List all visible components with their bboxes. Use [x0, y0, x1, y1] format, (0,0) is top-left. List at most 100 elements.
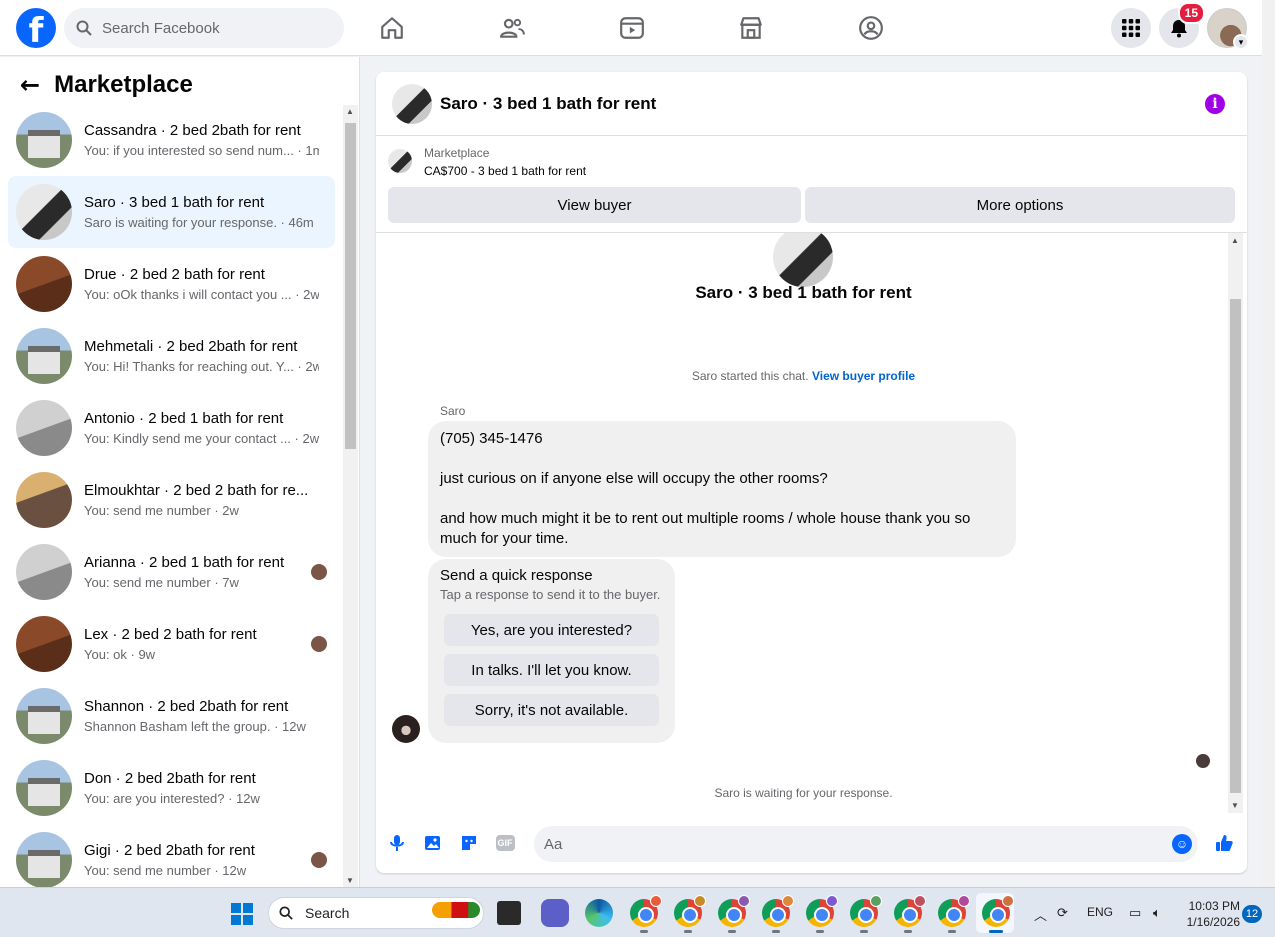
chrome-profile-icon[interactable]: [894, 895, 926, 927]
running-app-indicator: [904, 930, 912, 933]
conversation-item[interactable]: Don · 2 bed 2bath for rent You: are you i…: [8, 752, 335, 824]
microphone-icon[interactable]: [386, 832, 408, 854]
chrome-profile-icon[interactable]: [938, 895, 970, 927]
menu-grid-button[interactable]: [1111, 8, 1151, 48]
quick-response-yes-button[interactable]: Yes, are you interested?: [444, 614, 659, 646]
conversation-item[interactable]: Arianna · 2 bed 1 bath for rent You: send…: [8, 536, 335, 608]
conversation-item[interactable]: Mehmetali · 2 bed 2bath for rent You: Hi!…: [8, 320, 335, 392]
page-scrollbar[interactable]: [1262, 0, 1275, 887]
facebook-logo[interactable]: f: [16, 8, 56, 48]
gif-icon[interactable]: GIF: [494, 832, 516, 854]
conversation-item[interactable]: Elmoukhtar · 2 bed 2 bath for re... You: …: [8, 464, 335, 536]
groups-icon[interactable]: [855, 12, 887, 44]
conversation-item[interactable]: Shannon · 2 bed 2bath for rent Shannon Ba…: [8, 680, 335, 752]
message-input[interactable]: [534, 826, 1134, 862]
view-buyer-profile-link[interactable]: View buyer profile: [812, 369, 915, 383]
message-bubble[interactable]: (705) 345-1476 just curious on if anyone…: [428, 421, 1016, 557]
chat-title[interactable]: Saro · 3 bed 1 bath for rent: [440, 94, 656, 114]
listing-summary[interactable]: Marketplace CA$700 - 3 bed 1 bath for re…: [388, 146, 586, 178]
more-options-button[interactable]: More options: [805, 187, 1235, 223]
chrome-profile-icon[interactable]: [762, 895, 794, 927]
message-input-box[interactable]: ☺: [534, 826, 1198, 862]
conversation-preview: You: send me number · 12w: [84, 863, 247, 878]
notifications-button[interactable]: 15: [1159, 2, 1205, 48]
task-view-icon[interactable]: [497, 901, 521, 925]
chrome-profile-icon[interactable]: [982, 895, 1014, 927]
running-app-indicator: [989, 930, 1003, 933]
chrome-profile-icon[interactable]: [718, 895, 750, 927]
listing-thumbnail: [16, 688, 72, 744]
scrollbar-thumb[interactable]: [345, 123, 356, 449]
conversation-item[interactable]: Saro · 3 bed 1 bath for rent Saro is wait…: [8, 176, 335, 248]
edge-browser-icon[interactable]: [585, 899, 613, 927]
teams-chat-icon[interactable]: [541, 899, 569, 927]
search-input[interactable]: [102, 19, 322, 37]
running-app-indicator: [816, 930, 824, 933]
volume-icon[interactable]: 🔈︎: [1153, 905, 1161, 921]
conversation-item[interactable]: Antonio · 2 bed 1 bath for rent You: Kind…: [8, 392, 335, 464]
conversation-preview: You: ok · 9w: [84, 647, 156, 662]
language-indicator[interactable]: ENG: [1087, 905, 1113, 919]
quick-response-not-available-button[interactable]: Sorry, it's not available.: [444, 694, 659, 726]
chrome-profile-icon[interactable]: [850, 895, 882, 927]
like-thumbs-up-icon[interactable]: [1213, 832, 1235, 854]
read-receipt-avatar: [311, 564, 327, 580]
profile-avatar-icon: [1002, 895, 1014, 907]
notification-count-badge[interactable]: 12: [1242, 905, 1262, 923]
windows-start-icon[interactable]: [231, 903, 253, 925]
listing-price: CA$700 - 3 bed 1 bath for rent: [424, 164, 587, 178]
scrollbar-thumb[interactable]: [1230, 299, 1241, 793]
conversation-item[interactable]: Cassandra · 2 bed 2bath for rent You: if …: [8, 104, 335, 176]
conversation-preview: Saro is waiting for your response. · 46m: [84, 215, 314, 230]
photo-icon[interactable]: [422, 832, 444, 854]
network-icon[interactable]: ▭: [1129, 905, 1141, 921]
buyer-avatar[interactable]: [392, 715, 420, 743]
conversation-preview: You: oOk thanks i will contact you ... ·…: [84, 287, 319, 302]
scroll-down-icon[interactable]: ▼: [346, 876, 354, 885]
listing-thumbnail: [16, 256, 72, 312]
account-avatar[interactable]: ▾: [1207, 8, 1249, 50]
chat-listing-thumbnail[interactable]: [392, 83, 432, 124]
sticker-icon[interactable]: [458, 832, 480, 854]
profile-avatar-icon: [826, 895, 838, 907]
listing-label: Marketplace: [424, 146, 490, 160]
scroll-up-icon[interactable]: ▲: [346, 107, 354, 116]
clock[interactable]: 10:03 PM 1/16/2026: [1180, 898, 1240, 930]
conversation-item[interactable]: Drue · 2 bed 2 bath for rent You: oOk tha…: [8, 248, 335, 320]
chat-scrollbar[interactable]: ▲ ▼: [1228, 233, 1243, 813]
info-icon[interactable]: i: [1205, 94, 1225, 114]
marketplace-icon[interactable]: [735, 12, 767, 44]
top-navigation-bar: f 15 ▾: [0, 0, 1262, 56]
chrome-profile-icon[interactable]: [630, 895, 662, 927]
page-title: Marketplace: [54, 71, 193, 98]
conversation-item[interactable]: Gigi · 2 bed 2bath for rent You: send me …: [8, 824, 335, 887]
conversation-preview: You: are you interested? · 12w: [84, 791, 260, 806]
quick-response-title: Send a quick response: [440, 567, 593, 584]
conversation-name: Shannon · 2 bed 2bath for rent: [84, 698, 289, 715]
back-arrow-icon[interactable]: ←: [20, 71, 40, 99]
sidebar-scrollbar[interactable]: ▲ ▼: [343, 105, 358, 887]
search-facebook-field[interactable]: [64, 8, 344, 48]
chrome-profile-icon[interactable]: [806, 895, 838, 927]
profile-avatar-icon: [958, 895, 970, 907]
video-icon[interactable]: [616, 12, 648, 44]
scroll-down-icon[interactable]: ▼: [1231, 801, 1239, 810]
listing-thumbnail: [16, 328, 72, 384]
home-icon[interactable]: [376, 12, 408, 44]
scroll-up-icon[interactable]: ▲: [1231, 236, 1239, 245]
emoji-icon[interactable]: ☺: [1172, 834, 1192, 854]
listing-thumbnail: [16, 112, 72, 168]
sync-icon[interactable]: ⟳: [1057, 905, 1068, 921]
chrome-profile-icon[interactable]: [674, 895, 706, 927]
conversation-name: Drue · 2 bed 2 bath for rent: [84, 266, 265, 283]
profile-avatar-icon: [870, 895, 882, 907]
conversation-item[interactable]: Lex · 2 bed 2 bath for rent You: ok · 9w: [8, 608, 335, 680]
friends-icon[interactable]: [496, 12, 528, 44]
conversation-name: Arianna · 2 bed 1 bath for rent: [84, 554, 285, 571]
chevron-up-icon[interactable]: ︿: [1034, 905, 1047, 924]
quick-response-in-talks-button[interactable]: In talks. I'll let you know.: [444, 654, 659, 686]
listing-thumbnail: [16, 400, 72, 456]
view-buyer-button[interactable]: View buyer: [388, 187, 801, 223]
conversation-preview: You: send me number · 2w: [84, 503, 239, 518]
profile-avatar-icon: [694, 895, 706, 907]
